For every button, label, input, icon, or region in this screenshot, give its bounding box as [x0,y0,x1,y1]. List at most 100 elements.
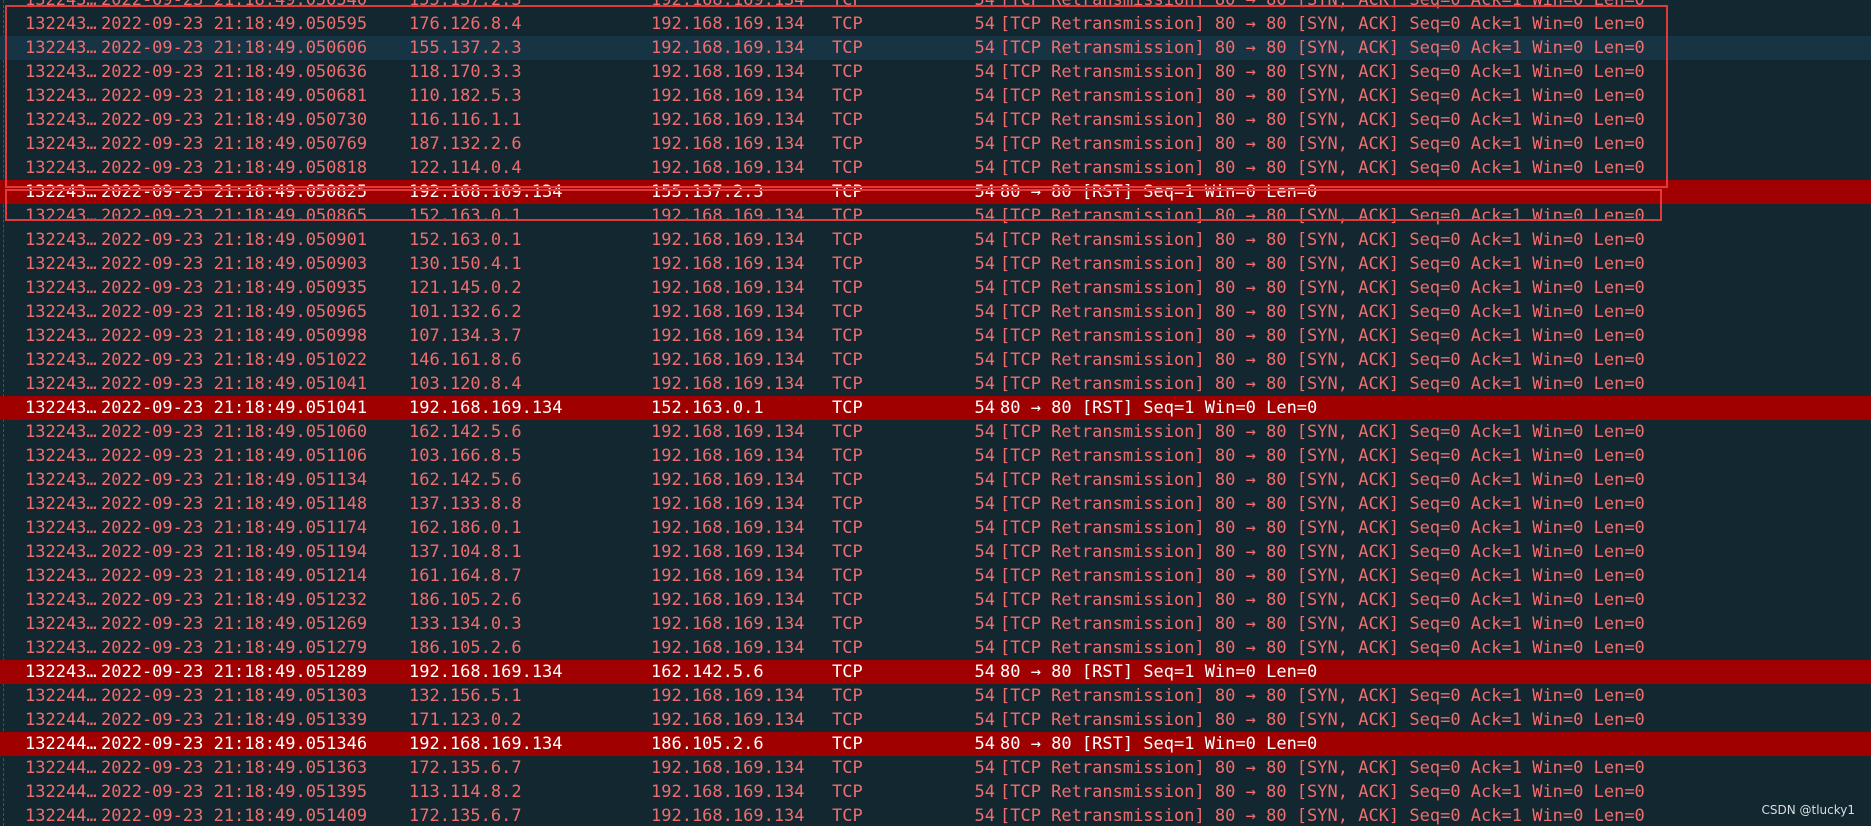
packet-length: 54 [974,566,995,586]
packet-destination: 192.168.169.134 [651,86,805,106]
packet-protocol: TCP [832,422,863,442]
packet-info: [TCP Retransmission] 80 → 80 [SYN, ACK] … [1000,14,1645,34]
packet-destination: 192.168.169.134 [651,326,805,346]
packet-source: 162.142.5.6 [409,470,522,490]
packet-row[interactable]: 132244… 2022-09-23 21:18:49.051303 132.156… [0,684,1871,708]
packet-source: 155.137.2.3 [409,0,522,10]
packet-row[interactable]: 132244… 2022-09-23 21:18:49.051395 113.114… [0,780,1871,804]
packet-source: 103.120.8.4 [409,374,522,394]
packet-destination: 152.163.0.1 [651,398,764,418]
packet-source: 116.116.1.1 [409,110,522,130]
packet-time: 2022-09-23 21:18:49.051174 [101,518,368,538]
packet-protocol: TCP [832,0,863,10]
packet-row[interactable]: 132243… 2022-09-23 21:18:49.051232 186.105… [0,588,1871,612]
packet-row-rst[interactable]: 132243… 2022-09-23 21:18:49.051041 192.168… [0,396,1871,420]
packet-row-rst[interactable]: 132243… 2022-09-23 21:18:49.051289 192.168… [0,660,1871,684]
packet-row[interactable]: 132243… 2022-09-23 21:18:49.051214 161.164… [0,564,1871,588]
packet-length: 54 [974,302,995,322]
packet-row[interactable]: 132243… 2022-09-23 21:18:49.051148 137.133… [0,492,1871,516]
packet-length: 54 [974,0,995,10]
packet-row[interactable]: 132244… 2022-09-23 21:18:49.051409 172.135… [0,804,1871,826]
packet-number: 132243… [25,446,97,466]
packet-row[interactable]: 132243… 2022-09-23 21:18:49.051174 162.186… [0,516,1871,540]
packet-row[interactable]: 132243… 2022-09-23 21:18:49.051269 133.134… [0,612,1871,636]
packet-row[interactable]: 132244… 2022-09-23 21:18:49.051363 172.135… [0,756,1871,780]
packet-row[interactable]: 132243… 2022-09-23 21:18:49.051279 186.105… [0,636,1871,660]
packet-row[interactable]: 132243… 2022-09-23 21:18:49.050998 107.134… [0,324,1871,348]
packet-destination: 192.168.169.134 [651,14,805,34]
packet-row[interactable]: 132243… 2022-09-23 21:18:49.050935 121.145… [0,276,1871,300]
packet-row[interactable]: 132243… 2022-09-23 21:18:49.050730 116.116… [0,108,1871,132]
packet-row[interactable]: 132243… 2022-09-23 21:18:49.050903 130.150… [0,252,1871,276]
packet-length: 54 [974,374,995,394]
packet-protocol: TCP [832,350,863,370]
packet-info: [TCP Retransmission] 80 → 80 [SYN, ACK] … [1000,62,1645,82]
packet-row[interactable]: 132243… 2022-09-23 21:18:49.050901 152.163… [0,228,1871,252]
packet-info: 80 → 80 [RST] Seq=1 Win=0 Len=0 [1000,182,1318,202]
packet-protocol: TCP [832,14,863,34]
packet-row-rst[interactable]: 132243… 2022-09-23 21:18:49.050825 192.168… [0,180,1871,204]
packet-info: [TCP Retransmission] 80 → 80 [SYN, ACK] … [1000,494,1645,514]
packet-time: 2022-09-23 21:18:49.051232 [101,590,368,610]
packet-destination: 192.168.169.134 [651,110,805,130]
packet-source: 101.132.6.2 [409,302,522,322]
packet-row[interactable]: 132243… 2022-09-23 21:18:49.050965 101.132… [0,300,1871,324]
packet-info: [TCP Retransmission] 80 → 80 [SYN, ACK] … [1000,422,1645,442]
packet-protocol: TCP [832,470,863,490]
packet-destination: 192.168.169.134 [651,614,805,634]
packet-number: 132243… [25,38,97,58]
packet-info: [TCP Retransmission] 80 → 80 [SYN, ACK] … [1000,446,1645,466]
packet-destination: 192.168.169.134 [651,38,805,58]
packet-source: 192.168.169.134 [409,662,563,682]
packet-time: 2022-09-23 21:18:49.051041 [101,374,368,394]
packet-info: [TCP Retransmission] 80 → 80 [SYN, ACK] … [1000,710,1645,730]
packet-info: [TCP Retransmission] 80 → 80 [SYN, ACK] … [1000,302,1645,322]
packet-length: 54 [974,134,995,154]
packet-list[interactable]: 132243… 2022-09-23 21:18:49.050540 155.137… [0,0,1871,826]
packet-time: 2022-09-23 21:18:49.050965 [101,302,368,322]
packet-protocol: TCP [832,182,863,202]
packet-row[interactable]: 132243… 2022-09-23 21:18:49.051041 103.120… [0,372,1871,396]
packet-time: 2022-09-23 21:18:49.051134 [101,470,368,490]
packet-source: 192.168.169.134 [409,398,563,418]
packet-source: 110.182.5.3 [409,86,522,106]
packet-info: [TCP Retransmission] 80 → 80 [SYN, ACK] … [1000,470,1645,490]
packet-row-rst[interactable]: 132244… 2022-09-23 21:18:49.051346 192.168… [0,732,1871,756]
packet-number: 132243… [25,134,97,154]
packet-protocol: TCP [832,542,863,562]
packet-row[interactable]: 132243… 2022-09-23 21:18:49.050606 155.137… [0,36,1871,60]
packet-protocol: TCP [832,110,863,130]
packet-row[interactable]: 132243… 2022-09-23 21:18:49.051022 146.161… [0,348,1871,372]
packet-length: 54 [974,254,995,274]
packet-number: 132243… [25,182,97,202]
packet-protocol: TCP [832,398,863,418]
packet-destination: 192.168.169.134 [651,590,805,610]
packet-number: 132243… [25,278,97,298]
packet-info: [TCP Retransmission] 80 → 80 [SYN, ACK] … [1000,518,1645,538]
packet-number: 132243… [25,590,97,610]
packet-destination: 192.168.169.134 [651,710,805,730]
packet-row[interactable]: 132244… 2022-09-23 21:18:49.051339 171.123… [0,708,1871,732]
packet-row[interactable]: 132243… 2022-09-23 21:18:49.051194 137.104… [0,540,1871,564]
packet-row[interactable]: 132243… 2022-09-23 21:18:49.050540 155.137… [0,0,1871,12]
packet-protocol: TCP [832,614,863,634]
packet-row[interactable]: 132243… 2022-09-23 21:18:49.050769 187.132… [0,132,1871,156]
packet-info: [TCP Retransmission] 80 → 80 [SYN, ACK] … [1000,230,1645,250]
packet-row[interactable]: 132243… 2022-09-23 21:18:49.051134 162.142… [0,468,1871,492]
packet-row[interactable]: 132243… 2022-09-23 21:18:49.050681 110.182… [0,84,1871,108]
packet-row[interactable]: 132243… 2022-09-23 21:18:49.050636 118.170… [0,60,1871,84]
packet-source: 162.186.0.1 [409,518,522,538]
packet-destination: 192.168.169.134 [651,374,805,394]
packet-destination: 192.168.169.134 [651,230,805,250]
packet-row[interactable]: 132243… 2022-09-23 21:18:49.050865 152.163… [0,204,1871,228]
packet-protocol: TCP [832,518,863,538]
packet-protocol: TCP [832,806,863,826]
packet-length: 54 [974,278,995,298]
packet-row[interactable]: 132243… 2022-09-23 21:18:49.050595 176.126… [0,12,1871,36]
packet-row[interactable]: 132243… 2022-09-23 21:18:49.051106 103.166… [0,444,1871,468]
packet-source: 146.161.8.6 [409,350,522,370]
packet-row[interactable]: 132243… 2022-09-23 21:18:49.050818 122.114… [0,156,1871,180]
packet-row[interactable]: 132243… 2022-09-23 21:18:49.051060 162.142… [0,420,1871,444]
packet-number: 132243… [25,374,97,394]
packet-length: 54 [974,614,995,634]
